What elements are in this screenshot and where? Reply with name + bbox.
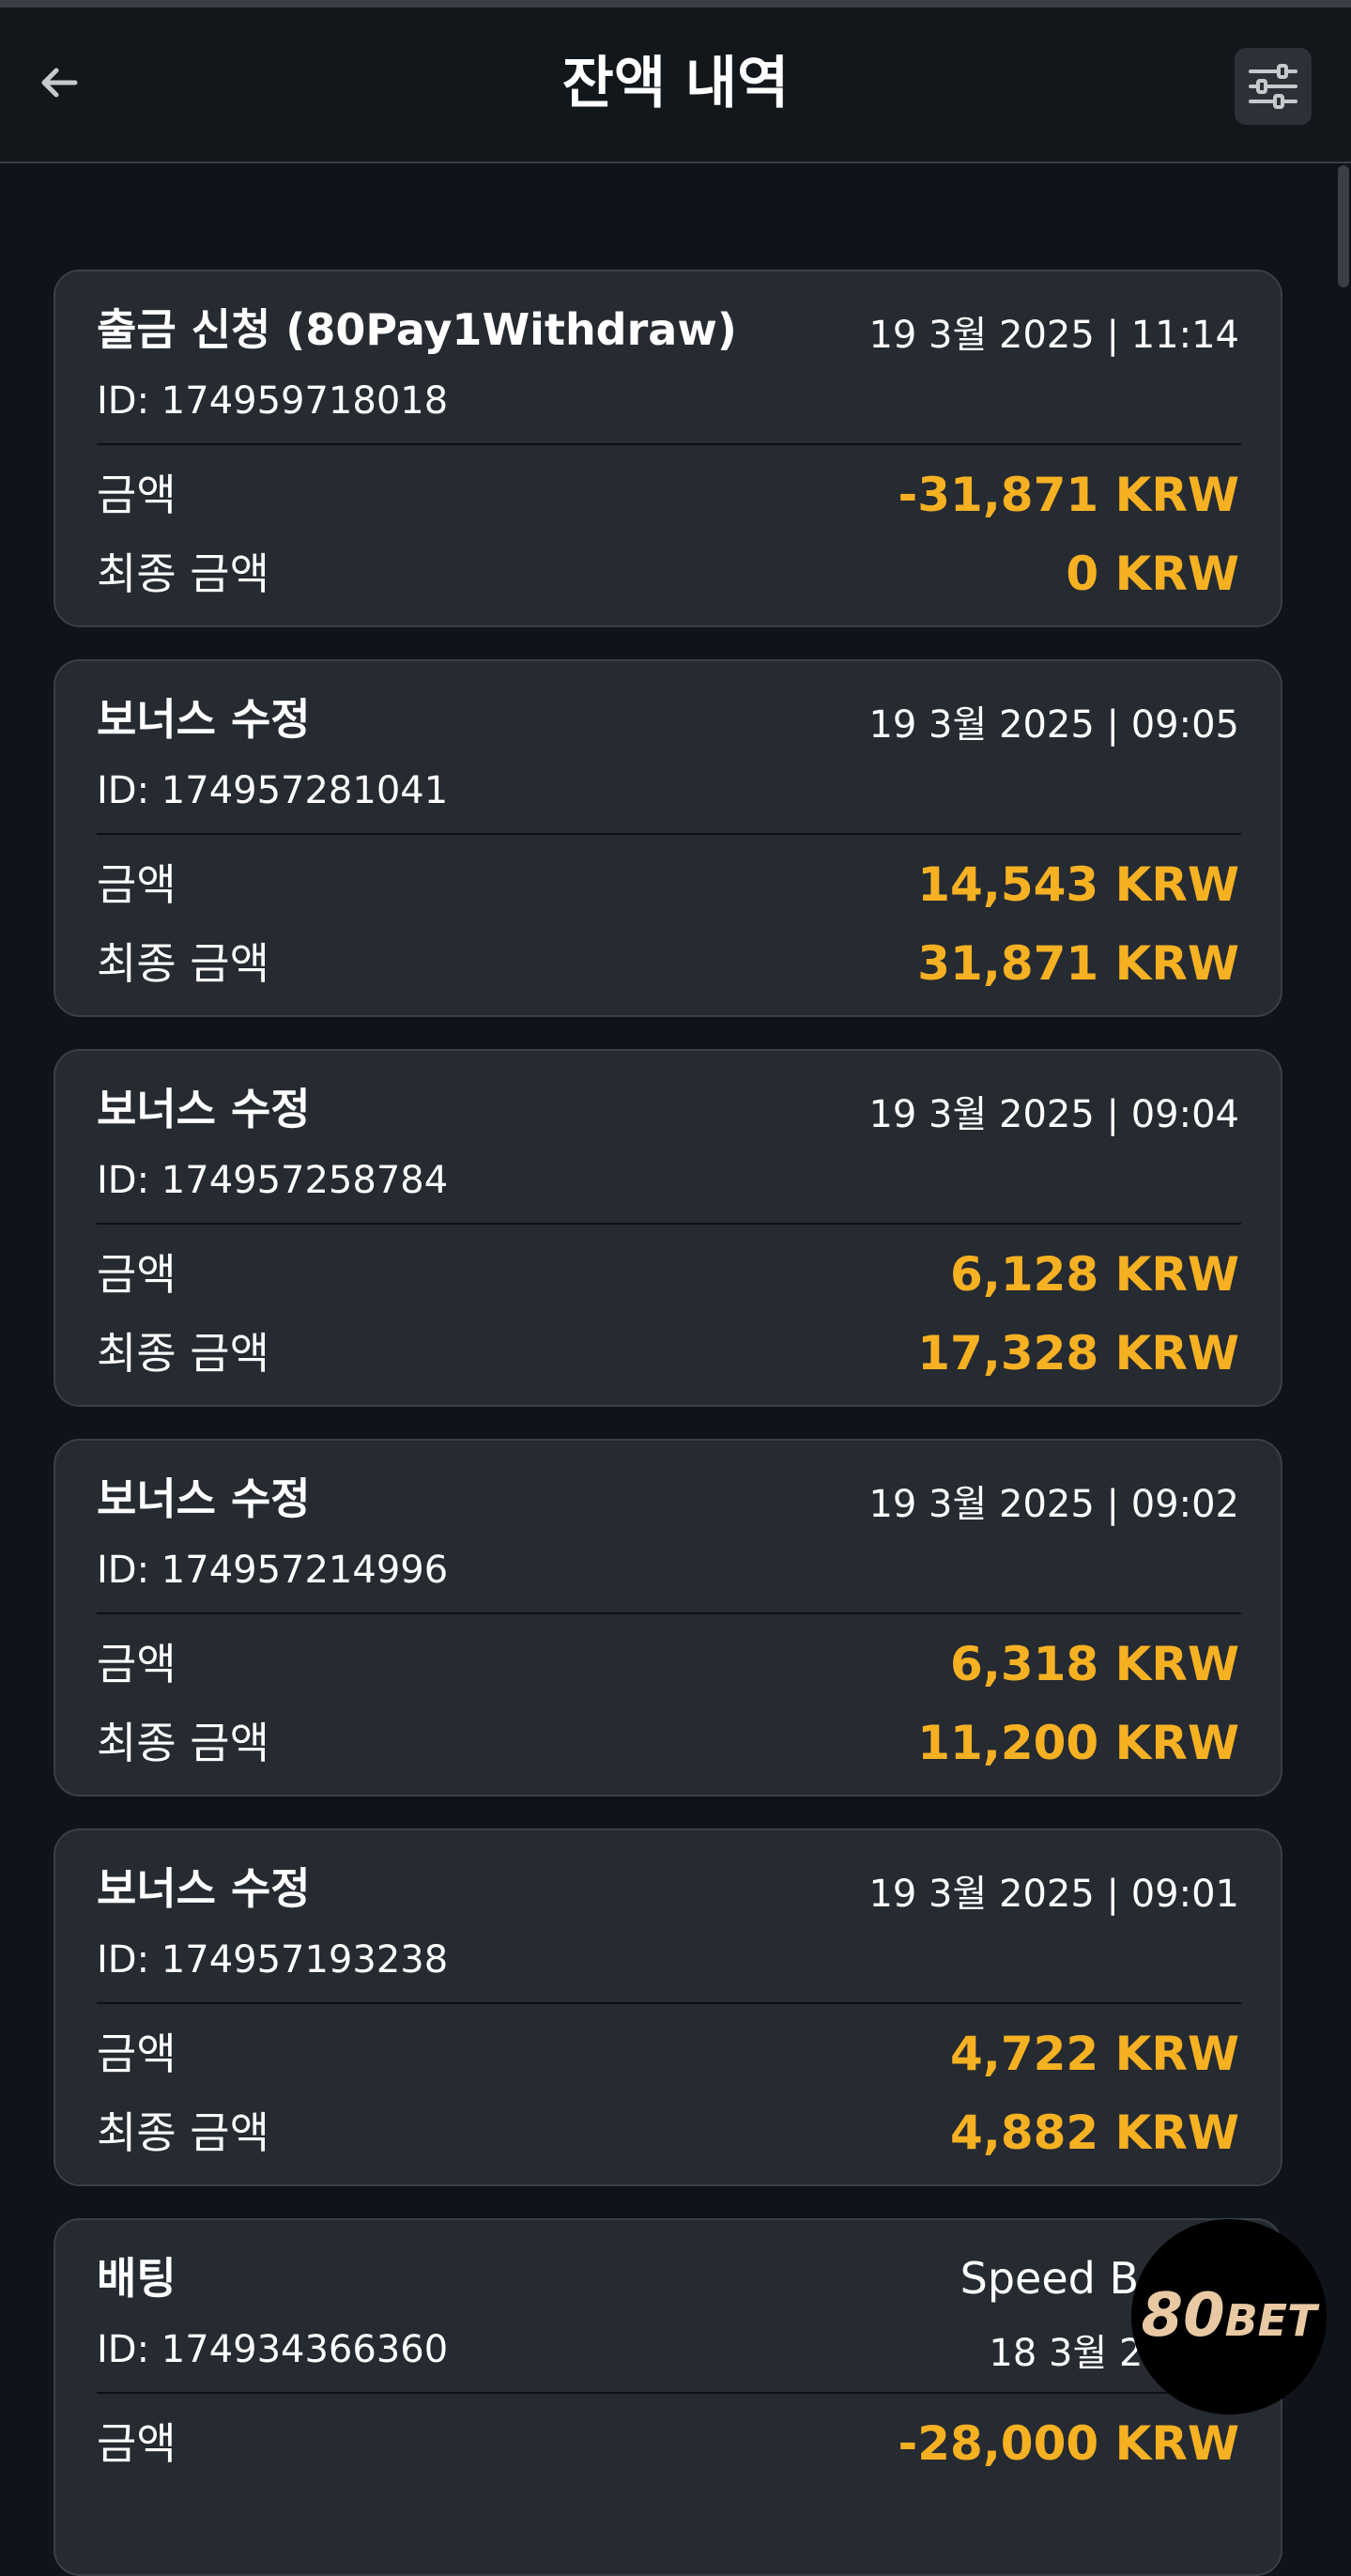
scrollbar[interactable]	[1336, 165, 1351, 2470]
amount-value: 6,318 KRW	[950, 1637, 1239, 1691]
divider	[97, 443, 1241, 445]
transaction-id: ID: 174959718018	[97, 379, 449, 423]
transaction-card[interactable]: 보너스 수정 19 3월 2025 | 09:02 ID: 1749572149…	[54, 1439, 1282, 1797]
amount-label: 금액	[97, 2418, 177, 2469]
final-amount-value: 4,882 KRW	[950, 2106, 1239, 2160]
transaction-card[interactable]: 출금 신청 (80Pay1Withdraw) 19 3월 2025 | 11:1…	[54, 270, 1282, 627]
final-amount-value: 0 KRW	[1066, 547, 1239, 601]
transaction-datetime: 19 3월 2025 | 11:14	[868, 314, 1239, 357]
transaction-card[interactable]: 배팅 Speed Bacca ID: 174934366360 18 3월 20…	[54, 2218, 1282, 2576]
divider	[97, 1223, 1241, 1225]
transaction-type: 출금 신청 (80Pay1Withdraw)	[97, 304, 737, 355]
final-amount-label: 최종 금액	[97, 2107, 269, 2158]
final-amount-label: 최종 금액	[97, 1328, 269, 1379]
transaction-datetime: 19 3월 2025 | 09:02	[868, 1483, 1239, 1526]
final-amount-label: 최종 금액	[97, 1718, 269, 1768]
divider	[97, 2002, 1241, 2004]
transaction-type: 보너스 수정	[97, 694, 311, 745]
transaction-datetime: 19 3월 2025 | 09:04	[868, 1093, 1239, 1136]
transaction-datetime: 19 3월 2025 | 09:01	[868, 1873, 1239, 1916]
amount-value: -31,871 KRW	[898, 468, 1239, 522]
transaction-type: 배팅	[97, 2253, 177, 2304]
amount-label: 금액	[97, 859, 177, 910]
logo-80bet: 80BET	[1142, 2281, 1321, 2351]
transaction-id: ID: 174934366360	[97, 2328, 449, 2371]
scroll-thumb[interactable]	[1338, 165, 1349, 287]
amount-label: 금액	[97, 1249, 177, 1300]
final-amount-value: 17,328 KRW	[917, 1326, 1239, 1381]
amount-value: 6,128 KRW	[950, 1247, 1239, 1302]
transaction-card[interactable]: 보너스 수정 19 3월 2025 | 09:04 ID: 1749572587…	[54, 1049, 1282, 1407]
amount-label: 금액	[97, 2028, 177, 2079]
amount-label: 금액	[97, 470, 177, 520]
final-amount-label: 최종 금액	[97, 938, 269, 989]
transaction-list: 출금 신청 (80Pay1Withdraw) 19 3월 2025 | 11:1…	[0, 0, 1351, 2576]
final-amount-label: 최종 금액	[97, 548, 269, 599]
transaction-datetime: 19 3월 2025 | 09:05	[868, 703, 1239, 747]
divider	[97, 833, 1241, 835]
brand-logo-button[interactable]: 80BET	[1131, 2219, 1327, 2414]
divider	[97, 1612, 1241, 1614]
transaction-id: ID: 174957258784	[97, 1159, 449, 1202]
transaction-type: 보너스 수정	[97, 1863, 311, 1914]
transaction-card[interactable]: 보너스 수정 19 3월 2025 | 09:01 ID: 1749571932…	[54, 1828, 1282, 2186]
final-amount-value: 11,200 KRW	[917, 1716, 1239, 1770]
divider	[97, 2392, 1241, 2394]
svg-text:80BET: 80BET	[1142, 2281, 1321, 2351]
amount-value: 14,543 KRW	[917, 857, 1239, 912]
final-amount-value: 31,871 KRW	[917, 936, 1239, 991]
transaction-type: 보너스 수정	[97, 1084, 311, 1134]
transaction-type: 보너스 수정	[97, 1473, 311, 1524]
amount-label: 금액	[97, 1639, 177, 1689]
amount-value: -28,000 KRW	[898, 2416, 1239, 2471]
transaction-card[interactable]: 보너스 수정 19 3월 2025 | 09:05 ID: 1749572810…	[54, 659, 1282, 1017]
amount-value: 4,722 KRW	[950, 2027, 1239, 2081]
transaction-id: ID: 174957214996	[97, 1549, 449, 1592]
transaction-id: ID: 174957281041	[97, 769, 449, 812]
transaction-id: ID: 174957193238	[97, 1938, 449, 1982]
